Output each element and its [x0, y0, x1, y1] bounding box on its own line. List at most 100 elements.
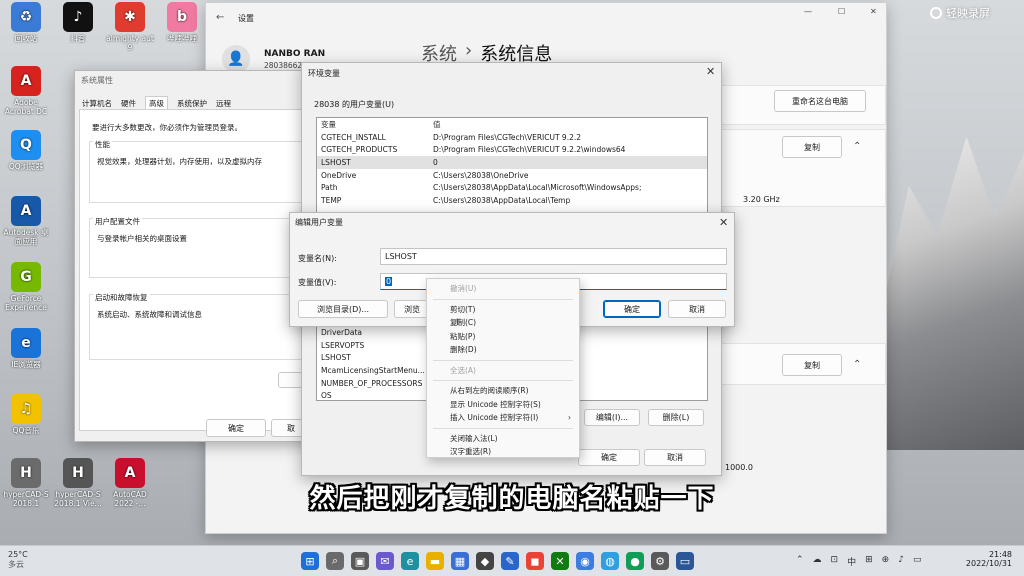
- table-row[interactable]: Path C:\Users\28038\AppData\Local\Microso…: [317, 181, 707, 194]
- video-subtitle: 然后把刚才复制的电脑名粘贴一下: [309, 484, 715, 514]
- chat-icon[interactable]: ✉: [376, 552, 394, 570]
- windows-icon[interactable]: ⊞: [301, 552, 319, 570]
- weather-widget[interactable]: 25°C 多云: [8, 550, 48, 570]
- menu-separator: [433, 380, 573, 381]
- browse-file-button[interactable]: 浏览: [394, 300, 430, 318]
- table-row[interactable]: LSHOST 0: [317, 156, 707, 169]
- table-row[interactable]: TEMP C:\Users\28038\AppData\Local\Temp: [317, 194, 707, 207]
- menu-item-label: 显示 Unicode 控制字符(S): [450, 399, 541, 409]
- pen-icon[interactable]: ✎: [501, 552, 519, 570]
- var-name-input[interactable]: LSHOST: [380, 248, 727, 265]
- maximize-button[interactable]: ☐: [838, 7, 845, 16]
- desktop-icon[interactable]: b 哔哩哔哩: [156, 2, 208, 43]
- rename-pc-button[interactable]: 重命名这台电脑: [774, 90, 866, 112]
- taskview-icon[interactable]: ▣: [351, 552, 369, 570]
- table-row[interactable]: OneDrive C:\Users\28038\OneDrive: [317, 169, 707, 182]
- menu-item[interactable]: 汉字重选(R): [427, 445, 579, 459]
- menu-item[interactable]: 显示 Unicode 控制字符(S): [427, 398, 579, 412]
- settings-title: 设置: [238, 14, 254, 23]
- var-name-cell: LSHOST: [321, 157, 351, 167]
- col-val-header[interactable]: 值: [433, 119, 707, 130]
- tray-icon[interactable]: ⊕: [882, 555, 890, 568]
- tray-icon[interactable]: 中: [847, 555, 856, 568]
- back-icon[interactable]: ←: [216, 12, 224, 23]
- menu-item[interactable]: 从右到左的阅读顺序(R): [427, 384, 579, 398]
- browse-directory-button[interactable]: 浏览目录(D)...: [298, 300, 388, 318]
- app-icon[interactable]: ◆: [476, 552, 494, 570]
- var-name-cell: Path: [321, 183, 338, 193]
- desktop-icon[interactable]: ✱ almighty aut 9: [104, 2, 156, 52]
- app-icon: e: [11, 328, 41, 358]
- var-name-cell: McamLicensingStartMenu...: [321, 365, 425, 375]
- sys-edit-button[interactable]: 编辑(I)...: [584, 409, 640, 426]
- var-name-cell: CGTECH_INSTALL: [321, 132, 386, 142]
- close-button[interactable]: ✕: [870, 7, 877, 16]
- tab-advanced[interactable]: 高级: [145, 96, 168, 110]
- tray-icon[interactable]: ♪: [898, 555, 904, 568]
- menu-item-label: 关闭输入法(L): [450, 433, 498, 443]
- desktop-icon[interactable]: e IE浏览器: [0, 328, 52, 369]
- user-profile-label: 用户配置文件: [93, 216, 142, 227]
- menu-item[interactable]: 粘贴(P): [427, 330, 579, 344]
- shapes-icon[interactable]: ◼: [526, 552, 544, 570]
- gear-icon[interactable]: ⚙: [651, 552, 669, 570]
- tray-icon[interactable]: ☁: [813, 555, 822, 568]
- desktop-icon[interactable]: Q QQ浏览器: [0, 130, 52, 171]
- table-row[interactable]: CGTECH_INSTALL D:\Program Files\CGTech\VE…: [317, 131, 707, 144]
- user-vars-list[interactable]: 变量 值 CGTECH_INSTALL D:\Program Files\CGTe…: [316, 117, 708, 213]
- desktop-icon[interactable]: ♪ 抖音: [52, 2, 104, 43]
- edituser-ok-button[interactable]: 确定: [603, 300, 661, 318]
- menu-item[interactable]: 复制(C): [427, 316, 579, 330]
- edge-icon[interactable]: e: [401, 552, 419, 570]
- copy-device-spec-button[interactable]: 复制: [782, 136, 842, 158]
- menu-item[interactable]: 剪切(T): [427, 303, 579, 317]
- chevron-up-icon-2[interactable]: ⌃: [853, 359, 861, 370]
- desktop-icon[interactable]: A Autodesk 桌面应用: [0, 196, 52, 246]
- envvars-ok-button[interactable]: 确定: [578, 449, 640, 466]
- app3-icon[interactable]: ◍: [601, 552, 619, 570]
- desktop-icon[interactable]: A Adobe Acrobat DC: [0, 66, 52, 116]
- folder-icon[interactable]: ▬: [426, 552, 444, 570]
- desktop-icon[interactable]: ♫ QQ音乐: [0, 394, 52, 435]
- minimize-button[interactable]: —: [804, 7, 812, 16]
- app2-icon[interactable]: ◉: [576, 552, 594, 570]
- edituser-cancel-button[interactable]: 取消: [668, 300, 726, 318]
- xbox-icon[interactable]: ✕: [551, 552, 569, 570]
- menu-item[interactable]: 全选(A): [427, 364, 579, 378]
- performance-label: 性能: [93, 139, 112, 150]
- edituser-close-button[interactable]: ✕: [719, 216, 728, 229]
- app4-icon[interactable]: ●: [626, 552, 644, 570]
- weather-temp: 25°C: [8, 550, 28, 559]
- tray-icon[interactable]: ⊡: [831, 555, 839, 568]
- tray-icon[interactable]: ▭: [913, 555, 922, 568]
- sysprops-ok-button[interactable]: 确定: [206, 419, 266, 437]
- envvars-close-button[interactable]: ✕: [706, 65, 715, 78]
- desktop-icon-label: GeForce Experience: [5, 294, 47, 312]
- desktop-icon[interactable]: ♻ 回收站: [0, 2, 52, 43]
- menu-item[interactable]: 删除(D): [427, 343, 579, 357]
- col-var-header[interactable]: 变量: [317, 119, 433, 130]
- tray-icon[interactable]: ⊞: [865, 555, 873, 568]
- store-icon[interactable]: ▦: [451, 552, 469, 570]
- weather-desc: 多云: [8, 560, 24, 569]
- tray-icon[interactable]: ⌃: [796, 555, 804, 568]
- recorder-label: 轻映录屏: [946, 7, 990, 20]
- sys-delete-button[interactable]: 删除(L): [648, 409, 704, 426]
- system-properties-dialog: 系统属性 计算机名 硬件 高级 系统保护 远程 要进行大多数更改，你必须作为管理…: [74, 70, 320, 442]
- var-value-cell: C:\Users\28038\AppData\Local\Temp: [433, 195, 571, 205]
- envvars-cancel-button[interactable]: 取消: [644, 449, 706, 466]
- remote-icon[interactable]: ▭: [676, 552, 694, 570]
- table-row[interactable]: CGTECH_PRODUCTS D:\Program Files\CGTech\V…: [317, 143, 707, 156]
- clock-time: 21:48: [988, 550, 1012, 559]
- desktop-icon[interactable]: G GeForce Experience: [0, 262, 52, 312]
- desktop-icon-label: almighty aut 9: [106, 34, 154, 52]
- menu-item[interactable]: 关闭输入法(L): [427, 432, 579, 446]
- copy-windows-spec-button[interactable]: 复制: [782, 354, 842, 376]
- menu-item-label: 复制(C): [450, 318, 477, 328]
- menu-item[interactable]: 插入 Unicode 控制字符(I) ›: [427, 411, 579, 425]
- clock[interactable]: 21:48 2022/10/31: [962, 550, 1012, 568]
- search-icon[interactable]: ⌕: [326, 552, 344, 570]
- chevron-up-icon[interactable]: ⌃: [853, 141, 861, 152]
- var-value-cell: D:\Program Files\CGTech\VERICUT 9.2.2\wi…: [433, 145, 626, 155]
- menu-item[interactable]: 撤消(U): [427, 282, 579, 296]
